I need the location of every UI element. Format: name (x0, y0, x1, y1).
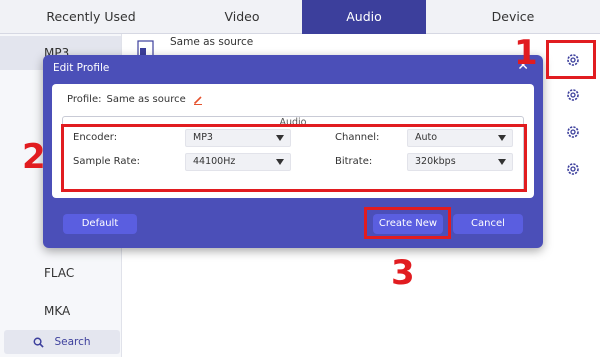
gear-icon[interactable] (565, 87, 581, 103)
annotation-number-3: 3 (391, 253, 415, 293)
profile-label: Profile: (67, 94, 102, 105)
tab-device[interactable]: Device (426, 0, 600, 34)
annotation-box-gear (546, 40, 596, 79)
annotation-box-audio-settings (61, 124, 527, 192)
cancel-button[interactable]: Cancel (453, 214, 523, 234)
annotation-number-1: 1 (514, 33, 538, 73)
annotation-number-2: 2 (22, 137, 46, 177)
sidebar-item-mka[interactable]: MKA (0, 294, 121, 328)
format-tabs: Recently Used Video Audio Device (0, 0, 600, 34)
search-icon (34, 337, 45, 348)
gear-icon[interactable] (565, 161, 581, 177)
profile-value: Same as source (106, 94, 186, 105)
tab-audio[interactable]: Audio (302, 0, 426, 34)
preset-title: Same as source (170, 36, 254, 48)
dialog-title: Edit Profile (53, 62, 110, 74)
tab-video[interactable]: Video (182, 0, 302, 34)
tab-recently-used[interactable]: Recently Used (0, 0, 182, 34)
gear-icon[interactable] (565, 124, 581, 140)
sidebar-search-button[interactable]: Search (4, 330, 120, 354)
pencil-icon[interactable] (193, 95, 203, 105)
default-button[interactable]: Default (63, 214, 137, 234)
annotation-box-create-new (364, 207, 451, 239)
search-label: Search (54, 336, 91, 348)
profile-row: Profile: Same as source (67, 94, 203, 105)
sidebar-item-flac[interactable]: FLAC (0, 256, 121, 290)
